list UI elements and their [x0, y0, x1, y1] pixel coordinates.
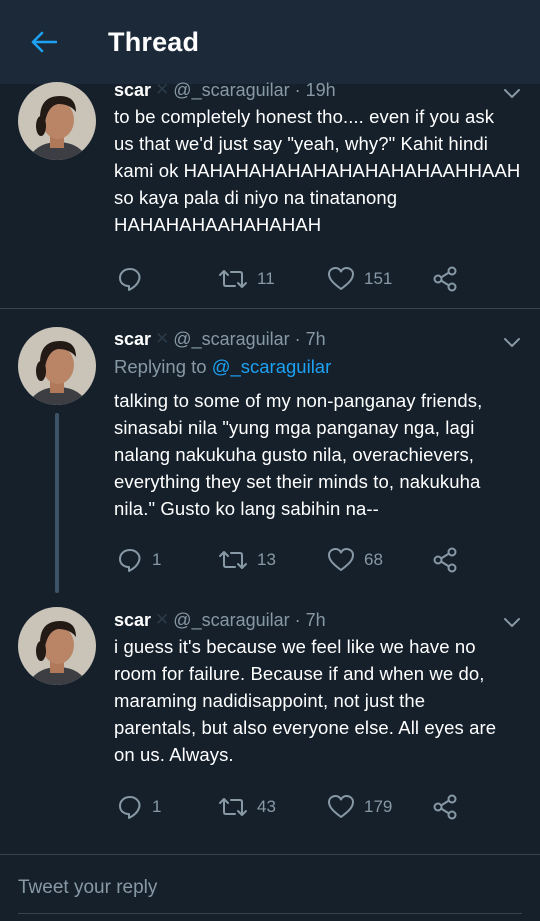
- share-icon: [433, 794, 457, 820]
- handle[interactable]: @_scaraguilar: [173, 610, 289, 631]
- reply-composer: Tweet your reply: [0, 854, 540, 921]
- tweet-meta: scar ✕ @_scaraguilar · 19h: [114, 78, 336, 102]
- tweet-text: talking to some of my non-panganay frien…: [114, 390, 483, 519]
- retweet-button[interactable]: 13: [218, 545, 276, 575]
- app-bar: Thread: [0, 0, 540, 84]
- retweet-icon: [219, 270, 247, 288]
- share-button[interactable]: [432, 545, 458, 575]
- tweet-2[interactable]: scar ✕ @_scaraguilar · 7h Replying to @_…: [0, 309, 540, 593]
- separator-icon: ✕: [155, 610, 170, 629]
- reply-count: 1: [152, 797, 162, 816]
- chevron-down-icon[interactable]: [502, 86, 522, 100]
- retweet-button[interactable]: 43: [218, 792, 276, 822]
- separator-icon: ✕: [155, 329, 170, 348]
- dot-separator: ·: [294, 79, 301, 100]
- share-button[interactable]: [432, 792, 458, 822]
- tweet-actions: 1 13 68: [114, 545, 474, 575]
- tweet-actions: 11 151: [114, 264, 474, 294]
- retweet-icon: [219, 551, 247, 569]
- retweet-icon: [219, 798, 247, 816]
- page-title: Thread: [108, 26, 200, 57]
- timestamp: 7h: [305, 609, 326, 630]
- like-count: 68: [364, 550, 383, 569]
- share-button[interactable]: [432, 264, 458, 294]
- reply-button[interactable]: 1: [117, 792, 161, 822]
- arrow-left-icon: [31, 31, 57, 53]
- reply-count: 1: [152, 550, 162, 569]
- tweet-text: to be completely honest tho.... even if …: [114, 106, 521, 235]
- tweet-3[interactable]: scar ✕ @_scaraguilar · 7h i guess it's b…: [0, 589, 540, 854]
- reply-icon: [119, 549, 141, 572]
- retweet-count: 13: [257, 550, 276, 569]
- dot-separator: ·: [294, 609, 301, 630]
- back-button[interactable]: [24, 22, 64, 62]
- timestamp: 7h: [305, 328, 326, 349]
- replying-to-link[interactable]: @_scaraguilar: [212, 356, 332, 377]
- avatar[interactable]: [18, 607, 96, 685]
- tweet-text: i guess it's because we feel like we hav…: [114, 636, 497, 765]
- replying-to: Replying to @_scaraguilar: [114, 356, 331, 378]
- retweet-count: 11: [257, 269, 275, 288]
- heart-icon: [328, 267, 354, 290]
- reply-icon: [119, 796, 141, 819]
- like-button[interactable]: 68: [327, 545, 383, 575]
- reply-button[interactable]: [117, 264, 152, 294]
- like-button[interactable]: 179: [327, 792, 392, 822]
- timestamp: 19h: [305, 79, 336, 100]
- tweet-meta: scar ✕ @_scaraguilar · 7h: [114, 608, 326, 632]
- like-button[interactable]: 151: [327, 264, 392, 294]
- handle[interactable]: @_scaraguilar: [173, 80, 289, 101]
- tweet-meta: scar ✕ @_scaraguilar · 7h: [114, 327, 326, 351]
- tweet-1[interactable]: scar ✕ @_scaraguilar · 19h to be complet…: [0, 80, 540, 308]
- reply-input[interactable]: Tweet your reply: [18, 877, 157, 899]
- thread-line: [55, 413, 59, 593]
- separator-icon: ✕: [155, 80, 170, 99]
- like-count: 179: [364, 797, 393, 816]
- input-underline: [18, 913, 522, 914]
- share-icon: [433, 266, 457, 292]
- dot-separator: ·: [294, 328, 301, 349]
- retweet-button[interactable]: 11: [218, 264, 275, 294]
- avatar[interactable]: [18, 82, 96, 160]
- heart-icon: [328, 795, 354, 818]
- display-name[interactable]: scar: [114, 610, 151, 631]
- retweet-count: 43: [257, 797, 276, 816]
- reply-icon: [119, 268, 141, 291]
- display-name[interactable]: scar: [114, 329, 151, 350]
- display-name[interactable]: scar: [114, 80, 151, 101]
- replying-to-label: Replying to: [114, 356, 207, 377]
- like-count: 151: [364, 269, 393, 288]
- handle[interactable]: @_scaraguilar: [173, 329, 289, 350]
- chevron-down-icon[interactable]: [502, 335, 522, 349]
- chevron-down-icon[interactable]: [502, 615, 522, 629]
- share-icon: [433, 547, 457, 573]
- heart-icon: [328, 548, 354, 571]
- avatar[interactable]: [18, 327, 96, 405]
- tweet-actions: 1 43 179: [114, 792, 474, 822]
- reply-button[interactable]: 1: [117, 545, 161, 575]
